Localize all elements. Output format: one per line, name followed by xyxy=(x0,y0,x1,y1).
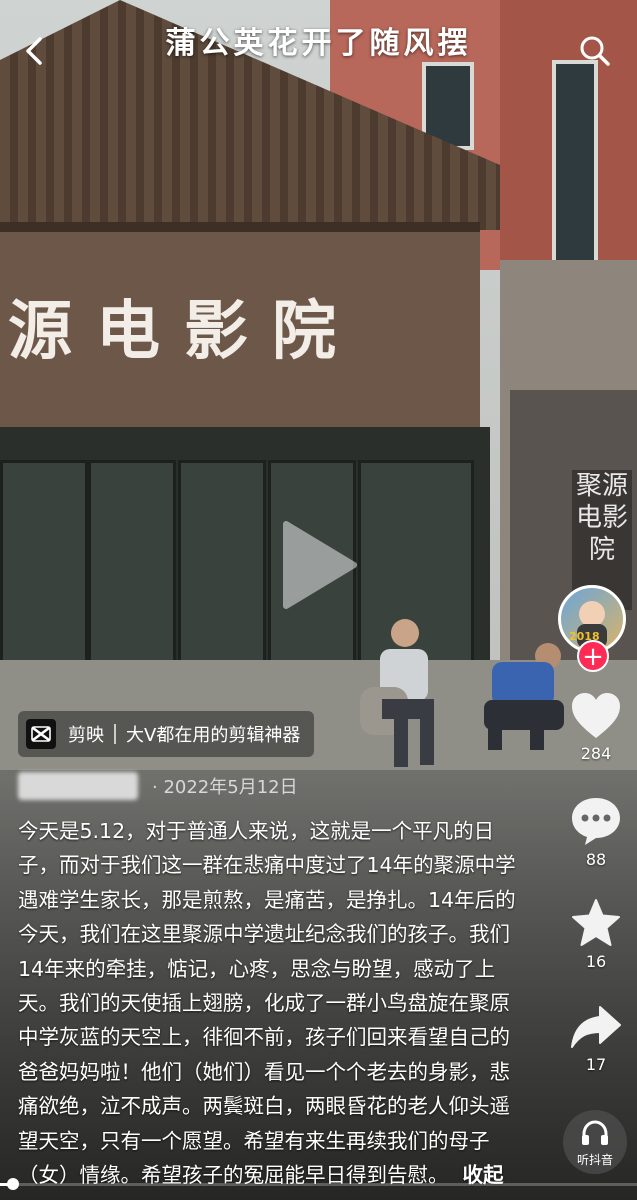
share-button[interactable]: 17 xyxy=(556,1005,636,1074)
share-arrow-icon xyxy=(571,1006,621,1048)
comment-button[interactable]: 88 xyxy=(556,796,636,869)
progress-handle[interactable] xyxy=(6,1178,19,1190)
promo-brand: 剪映 xyxy=(68,725,104,746)
play-icon xyxy=(283,521,357,609)
comment-icon xyxy=(572,798,620,845)
follow-button[interactable]: + xyxy=(577,640,609,672)
headphones-icon xyxy=(582,1120,608,1145)
favorite-button[interactable]: 16 xyxy=(556,898,636,971)
favorite-count: 16 xyxy=(585,952,607,971)
progress-track[interactable] xyxy=(0,1183,637,1186)
author-row: · 2022年5月12日 xyxy=(18,772,298,800)
caption-text: 今天是5.12，对于普通人来说，这就是一个平凡的日子，而对于我们这一群在悲痛中度… xyxy=(18,819,516,1188)
author-name-redacted[interactable] xyxy=(18,772,138,800)
building-window xyxy=(552,60,598,268)
listen-label: 听抖音 xyxy=(576,1153,613,1167)
promo-divider xyxy=(114,724,116,744)
heart-icon xyxy=(572,693,620,738)
search-icon xyxy=(580,36,610,66)
capcut-promo-link[interactable]: 剪映 大V都在用的剪辑神器 xyxy=(18,711,315,757)
star-icon xyxy=(572,899,620,946)
back-button[interactable] xyxy=(18,34,52,68)
video-title: 蒲公英花开了随风摆 xyxy=(165,26,472,61)
capcut-logo-icon xyxy=(26,719,56,749)
glass-door xyxy=(88,460,176,666)
play-button[interactable] xyxy=(278,520,358,610)
chevron-left-icon xyxy=(26,37,42,65)
seated-man-figure xyxy=(360,619,434,767)
post-caption[interactable]: 今天是5.12，对于普通人来说，这就是一个平凡的日子，而对于我们这一群在悲痛中度… xyxy=(18,814,518,1192)
like-count: 284 xyxy=(580,744,612,763)
like-button[interactable]: 284 xyxy=(556,692,636,763)
share-count: 17 xyxy=(585,1055,607,1074)
search-button[interactable] xyxy=(578,34,612,68)
post-date: · 2022年5月12日 xyxy=(152,777,298,798)
glass-door xyxy=(0,460,88,666)
cinema-sign-text: 源电影院 xyxy=(8,294,360,369)
comment-count: 88 xyxy=(585,850,607,869)
listen-douyin-button[interactable]: 听抖音 xyxy=(563,1110,627,1174)
promo-slogan: 大V都在用的剪辑神器 xyxy=(126,725,301,746)
glass-door xyxy=(178,460,266,666)
